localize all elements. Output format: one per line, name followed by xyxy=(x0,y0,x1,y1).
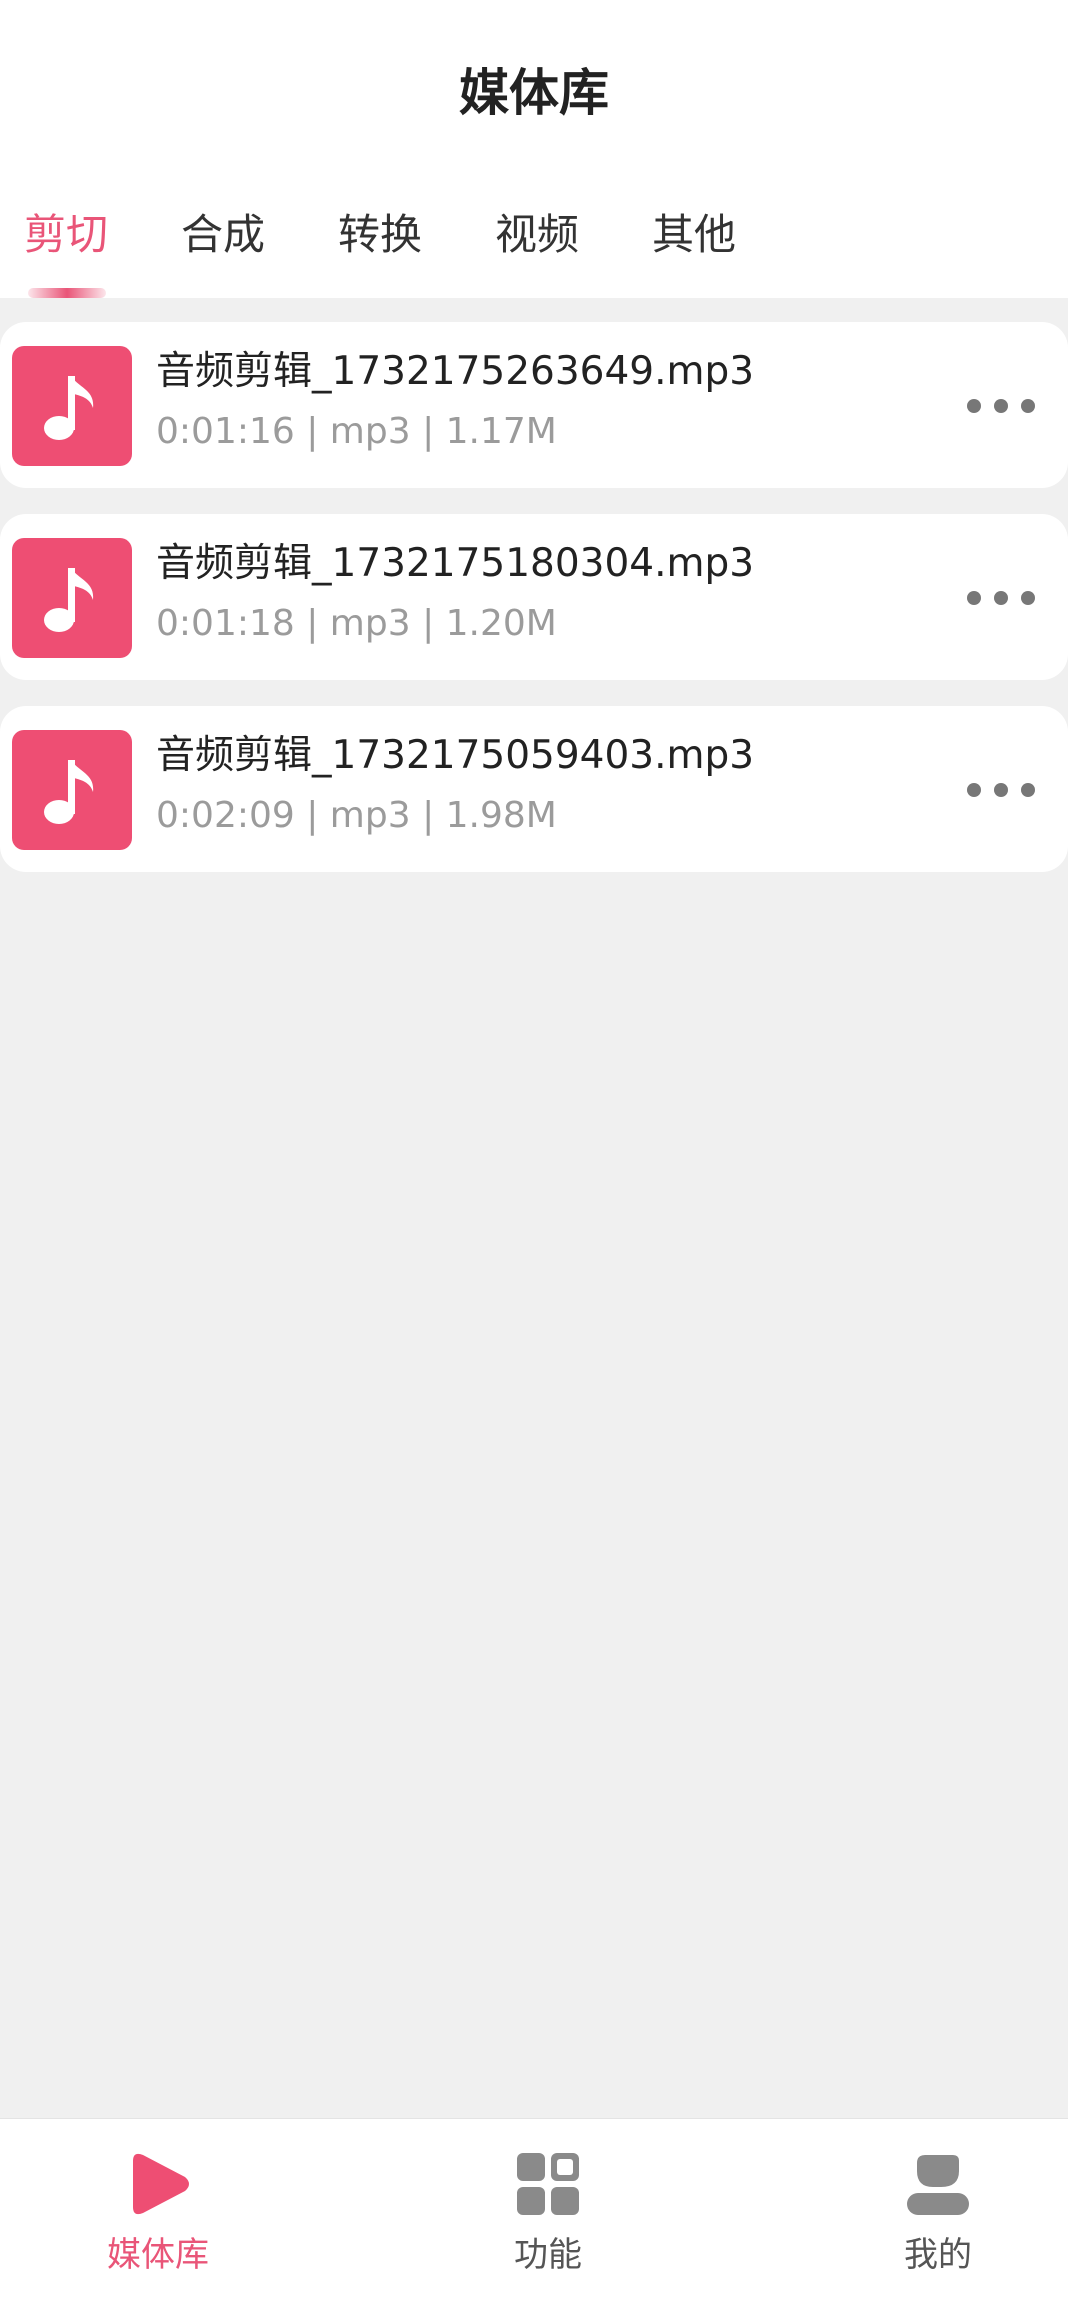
page-title: 媒体库 xyxy=(459,64,609,122)
file-name: 音频剪辑_1732175059403.mp3 xyxy=(156,733,755,778)
more-dots-icon xyxy=(967,591,1035,605)
media-library-screen: 媒体库 剪切 合成 转换 视频 其他 音频剪辑_1732175263649.mp… xyxy=(0,0,1068,2311)
list-item[interactable]: 音频剪辑_1732175263649.mp3 0:01:16 | mp3 | 1… xyxy=(0,322,1068,488)
file-name: 音频剪辑_1732175263649.mp3 xyxy=(156,349,755,394)
active-tab-indicator xyxy=(28,288,106,298)
top-bar: 媒体库 剪切 合成 转换 视频 其他 xyxy=(0,0,1068,298)
user-icon xyxy=(907,2155,969,2215)
music-note-icon xyxy=(12,538,132,658)
play-icon xyxy=(133,2153,189,2215)
bottom-navigation: 媒体库 功能 我的 xyxy=(0,2118,1068,2311)
file-meta: 0:01:18 | mp3 | 1.20M xyxy=(156,603,557,644)
tab-video[interactable]: 视频 xyxy=(495,200,579,270)
more-options-button[interactable] xyxy=(956,376,1046,436)
nav-features[interactable]: 功能 xyxy=(438,2119,658,2311)
grid-icon xyxy=(517,2153,579,2215)
nav-label: 媒体库 xyxy=(107,2235,209,2275)
nav-label: 功能 xyxy=(514,2235,582,2275)
file-meta: 0:02:09 | mp3 | 1.98M xyxy=(156,795,557,836)
music-note-icon xyxy=(12,346,132,466)
more-options-button[interactable] xyxy=(956,760,1046,820)
category-tabs: 剪切 合成 转换 视频 其他 xyxy=(0,200,1068,298)
nav-profile[interactable]: 我的 xyxy=(828,2119,1048,2311)
more-dots-icon xyxy=(967,783,1035,797)
file-meta: 0:01:16 | mp3 | 1.17M xyxy=(156,411,557,452)
more-dots-icon xyxy=(967,399,1035,413)
tab-other[interactable]: 其他 xyxy=(652,200,736,270)
tab-cut[interactable]: 剪切 xyxy=(24,200,108,270)
tab-convert[interactable]: 转换 xyxy=(338,200,422,270)
tab-merge[interactable]: 合成 xyxy=(181,200,265,270)
list-item[interactable]: 音频剪辑_1732175059403.mp3 0:02:09 | mp3 | 1… xyxy=(0,706,1068,872)
list-item[interactable]: 音频剪辑_1732175180304.mp3 0:01:18 | mp3 | 1… xyxy=(0,514,1068,680)
nav-label: 我的 xyxy=(904,2235,972,2275)
nav-media-library[interactable]: 媒体库 xyxy=(48,2119,268,2311)
file-name: 音频剪辑_1732175180304.mp3 xyxy=(156,541,755,586)
music-note-icon xyxy=(12,730,132,850)
more-options-button[interactable] xyxy=(956,568,1046,628)
